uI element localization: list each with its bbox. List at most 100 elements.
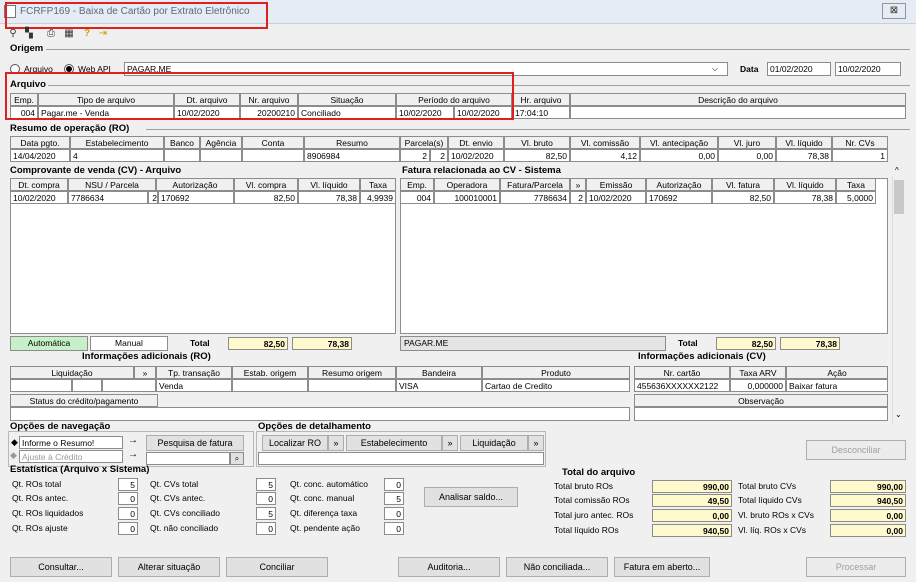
nav-option-1[interactable]: Informe o Resumo!	[19, 436, 123, 449]
expand-button[interactable]: »	[442, 435, 458, 451]
cv-acao[interactable]: Baixar fatura	[786, 379, 888, 392]
col-header[interactable]: Conta	[242, 136, 304, 149]
col-header[interactable]: Estab. origem	[232, 366, 308, 379]
date-from-input[interactable]: 01/02/2020	[767, 62, 831, 76]
analisar-saldo-button[interactable]: Analisar saldo...	[424, 487, 518, 507]
fatura-oper[interactable]: 100010001	[434, 191, 500, 204]
fatura-vliq[interactable]: 78,38	[774, 191, 836, 204]
resumo-envio[interactable]: 10/02/2020	[448, 149, 504, 162]
arrow-left-icon[interactable]: ◆	[10, 450, 17, 461]
arquivo-hr[interactable]: 17:04:10	[512, 106, 570, 119]
resumo-comissao[interactable]: 4,12	[570, 149, 640, 162]
arquivo-desc[interactable]	[570, 106, 906, 119]
fatura-aut[interactable]: 170692	[646, 191, 712, 204]
col-header[interactable]: Nr. CVs	[832, 136, 888, 149]
ro-produto[interactable]: Cartao de Credito	[482, 379, 630, 392]
liq-cell[interactable]	[72, 379, 102, 392]
col-header[interactable]: Liquidação	[10, 366, 134, 379]
cv-aut[interactable]: 170692	[158, 191, 234, 204]
resumo-juro[interactable]: 0,00	[718, 149, 776, 162]
col-header[interactable]: Taxa	[360, 178, 396, 191]
help-icon[interactable]: ?	[80, 27, 94, 41]
processar-button[interactable]: Processar	[806, 557, 906, 577]
col-header[interactable]: Resumo origem	[308, 366, 396, 379]
cv-nr-cartao[interactable]: 455636XXXXXX2122	[634, 379, 730, 392]
liquidacao-button[interactable]: Liquidação	[460, 435, 528, 451]
arrow-right-icon[interactable]: →	[128, 435, 138, 446]
arrow-right-icon[interactable]: →	[128, 449, 138, 460]
close-button[interactable]: ⊠	[882, 3, 906, 19]
fatura-emp[interactable]: 004	[400, 191, 434, 204]
expand-button[interactable]: »	[328, 435, 344, 451]
resumo-banco[interactable]	[164, 149, 200, 162]
scroll-thumb[interactable]	[894, 180, 904, 214]
observacao-field[interactable]	[634, 407, 888, 421]
nao-conciliada-button[interactable]: Não conciliada...	[506, 557, 608, 577]
liq-cell[interactable]	[102, 379, 156, 392]
resumo-data[interactable]: 14/04/2020	[10, 149, 70, 162]
pesquisa-fatura-button[interactable]: Pesquisa de fatura	[146, 435, 244, 451]
print-icon[interactable]: ⎙	[44, 27, 58, 41]
col-header[interactable]: Emp.	[400, 178, 434, 191]
resumo-bruto[interactable]: 82,50	[504, 149, 570, 162]
estabelecimento-button[interactable]: Estabelecimento	[346, 435, 442, 451]
col-header[interactable]: Data pgto.	[10, 136, 70, 149]
col-header[interactable]: Taxa	[836, 178, 876, 191]
scroll-down-icon[interactable]: ⌄	[895, 410, 902, 419]
col-header[interactable]: Vl. fatura	[712, 178, 774, 191]
alterar-situacao-button[interactable]: Alterar situação	[118, 557, 220, 577]
col-header[interactable]: Autorização	[156, 178, 234, 191]
fatura-emissao[interactable]: 10/02/2020	[586, 191, 646, 204]
col-header[interactable]: Vl. antecipação	[640, 136, 718, 149]
layout-icon[interactable]: ▚	[22, 27, 36, 41]
col-header[interactable]: Dt. compra	[10, 178, 68, 191]
ro-estab-origem[interactable]	[232, 379, 308, 392]
ro-bandeira[interactable]: VISA	[396, 379, 482, 392]
localizar-ro-button[interactable]: Localizar RO	[262, 435, 328, 451]
col-header[interactable]: Ação	[786, 366, 888, 379]
col-header[interactable]: Taxa ARV	[730, 366, 786, 379]
col-header[interactable]: Fatura/Parcela	[500, 178, 570, 191]
fatura-num[interactable]: 7786634	[500, 191, 570, 204]
pin-icon[interactable]: ⚲	[6, 27, 20, 41]
nav-option-2[interactable]: Ajuste à Crédito	[19, 450, 123, 463]
liq-cell[interactable]	[10, 379, 72, 392]
cv-parc[interactable]: 2	[148, 191, 158, 204]
ro-tp-transacao[interactable]: Venda	[156, 379, 232, 392]
manual-button[interactable]: Manual	[90, 336, 168, 351]
col-header[interactable]: NSU / Parcela	[68, 178, 156, 191]
col-header[interactable]: Operadora	[434, 178, 500, 191]
col-header[interactable]: Vl. juro	[718, 136, 776, 149]
col-header[interactable]: Vl. líquido	[298, 178, 360, 191]
search-icon[interactable]: ⌕	[230, 452, 244, 465]
col-header[interactable]: Vl. bruto	[504, 136, 570, 149]
cv-taxa-arv[interactable]: 0,000000	[730, 379, 786, 392]
fatura-parc[interactable]: 2	[570, 191, 586, 204]
fatura-aberto-button[interactable]: Fatura em aberto...	[614, 557, 710, 577]
pesquisa-input[interactable]	[146, 452, 230, 465]
resumo-agencia[interactable]	[200, 149, 242, 162]
auditoria-button[interactable]: Auditoria...	[398, 557, 500, 577]
col-header[interactable]: Bandeira	[396, 366, 482, 379]
resumo-antecipacao[interactable]: 0,00	[640, 149, 718, 162]
col-header[interactable]: Tp. transação	[156, 366, 232, 379]
col-header[interactable]: Dt. envio	[448, 136, 504, 149]
col-header[interactable]: Banco	[164, 136, 200, 149]
exit-icon[interactable]: ⇥	[96, 27, 110, 41]
detail-field[interactable]	[258, 452, 544, 465]
cv-taxa[interactable]: 4,9939	[360, 191, 396, 204]
cv-liq[interactable]: 78,38	[298, 191, 360, 204]
col-header[interactable]: Vl. comissão	[570, 136, 640, 149]
grid-icon[interactable]: ▦	[62, 27, 76, 41]
auto-button[interactable]: Automática	[10, 336, 88, 351]
ro-resumo-origem[interactable]	[308, 379, 396, 392]
col-header[interactable]: Emissão	[586, 178, 646, 191]
col-header[interactable]: Descrição do arquivo	[570, 93, 906, 106]
desconciliar-button[interactable]: Desconciliar	[806, 440, 906, 460]
arrow-left-icon[interactable]: ◆	[11, 437, 18, 448]
col-header[interactable]: Vl. líquido	[776, 136, 832, 149]
consultar-button[interactable]: Consultar...	[10, 557, 112, 577]
cv-dt[interactable]: 10/02/2020	[10, 191, 68, 204]
col-header[interactable]: Vl. líquido	[774, 178, 836, 191]
cv-nsu[interactable]: 7786634	[68, 191, 148, 204]
